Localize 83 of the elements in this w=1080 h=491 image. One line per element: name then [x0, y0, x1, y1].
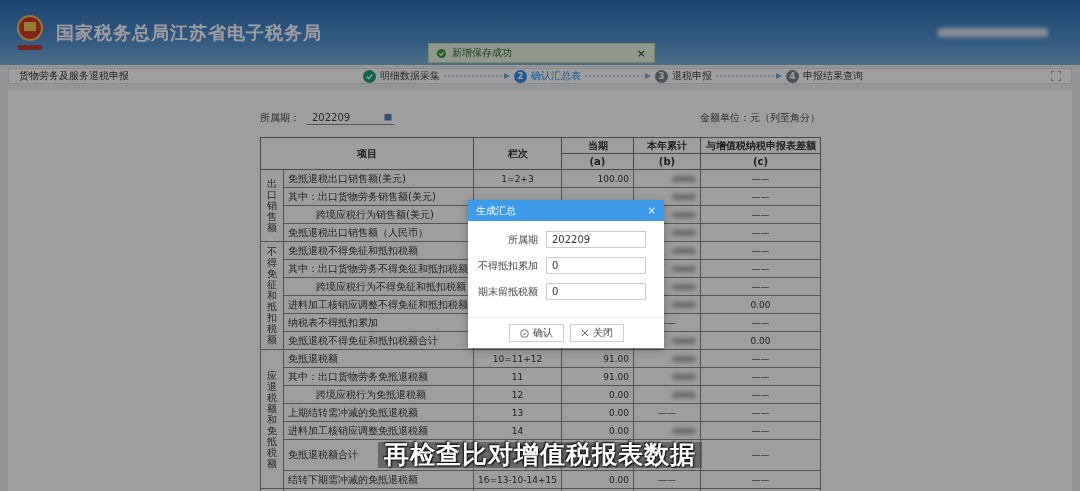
step-label[interactable]: 退税申报	[672, 69, 712, 83]
table-cell: 0.00	[561, 470, 634, 489]
step-number: 4	[786, 69, 799, 83]
table-cell: ——	[633, 470, 701, 489]
field-label: 期末留抵税额	[477, 284, 538, 299]
item-cell: 进料加工核销应调整免抵退税额	[283, 421, 474, 440]
table-cell: 91.00	[561, 349, 634, 368]
column-header: 本年累计	[633, 137, 701, 154]
item-cell: 上期结转需冲减的免抵退税额	[283, 403, 474, 422]
close-icon	[580, 329, 589, 337]
table-cell: ——	[700, 205, 821, 224]
column-header: 与增值税纳税申报表差额	[700, 137, 821, 154]
group-label: 不得免征和抵扣税额	[260, 241, 284, 350]
close-button[interactable]: ×	[647, 205, 656, 216]
table-cell: ——	[700, 223, 821, 242]
step-number: 2	[514, 69, 527, 83]
table-cell: ——	[700, 349, 821, 368]
table-cell: 0.00	[561, 403, 634, 422]
item-cell: 结转下期需冲减的免抵退税额	[283, 470, 474, 489]
page-title: 货物劳务及服务退税申报	[19, 69, 130, 83]
table-cell: 12	[473, 385, 562, 404]
dashed-arrow-icon	[716, 73, 782, 79]
column-subheader: (b)	[633, 153, 701, 170]
table-cell: ——	[700, 403, 821, 422]
close-button[interactable]: ×	[636, 46, 646, 60]
column-header: 栏次	[473, 137, 562, 170]
close-button[interactable]: 关闭	[569, 324, 624, 342]
item-cell: 免抵退税额	[283, 349, 474, 368]
table-cell: ——	[700, 187, 821, 206]
table-cell: 0.00	[561, 421, 634, 440]
table-cell: ——	[700, 313, 821, 332]
toast-message: 新增保存成功	[452, 46, 512, 60]
field-label: 所属期	[507, 232, 538, 247]
table-cell: ——	[633, 403, 701, 422]
fullscreen-icon[interactable]	[1051, 71, 1061, 81]
unit-note: 金额单位：元（列至角分）	[700, 111, 820, 125]
table-cell: 0.00	[700, 295, 821, 314]
step-label[interactable]: 申报结果查询	[803, 69, 863, 83]
table-cell: 91.00	[561, 367, 634, 386]
table-cell: 13	[473, 403, 562, 422]
confirm-button[interactable]: 确认	[508, 324, 564, 342]
dashed-arrow-icon	[585, 73, 651, 79]
step-label[interactable]: 确认汇总表	[531, 69, 581, 83]
period-label: 所属期：	[260, 111, 300, 125]
group-label: 出口销售额	[260, 169, 284, 242]
table-cell: 16=13-10-14+15	[473, 470, 562, 489]
field-label: 不得抵扣累加	[477, 258, 538, 273]
calendar-icon	[384, 113, 392, 121]
input-field[interactable]: 202209	[546, 231, 646, 248]
table-cell: ——	[700, 259, 821, 278]
check-circle-icon	[519, 328, 529, 338]
item-cell: 跨境应税行为免抵退税额	[283, 385, 474, 404]
table-cell: 0.00	[700, 331, 821, 350]
video-subtitle: 再检查比对增值税报表数据	[378, 442, 702, 468]
step-number: 3	[655, 69, 668, 83]
table-cell: 10=11+12	[473, 349, 562, 368]
table-cell: ——	[700, 421, 821, 440]
period-field[interactable]: 202209	[306, 111, 394, 125]
table-cell: 0.00	[561, 385, 634, 404]
dialog-title: 生成汇总	[476, 203, 516, 218]
step-label[interactable]: 明细数据采集	[380, 69, 440, 83]
dashed-arrow-icon	[444, 73, 510, 79]
table-cell: ——	[700, 439, 821, 471]
table-cell: ——	[700, 277, 821, 296]
table-cell: 100.00	[561, 169, 634, 188]
table-cell: ——	[700, 241, 821, 260]
group-label: 应退税额和免抵税额	[260, 349, 284, 489]
item-cell: 其中：出口货物劳务免抵退税额	[283, 367, 474, 386]
table-cell: ——	[700, 169, 821, 188]
table-cell: 1=2+3	[473, 169, 562, 188]
table-cell: ——	[700, 470, 821, 489]
site-title: 国家税务总局江苏省电子税务局	[56, 20, 322, 45]
input-field[interactable]: 0	[546, 257, 646, 274]
column-header: 当期	[561, 137, 634, 154]
table-cell: ——	[700, 385, 821, 404]
table-cell: ——	[700, 367, 821, 386]
column-subheader: (a)	[561, 153, 634, 170]
table-cell: 11	[473, 367, 562, 386]
input-field[interactable]: 0	[546, 283, 646, 300]
check-icon	[437, 48, 446, 58]
item-cell: 免抵退税出口销售额(美元)	[283, 169, 474, 188]
column-subheader: (c)	[700, 153, 821, 170]
column-header: 项目	[260, 137, 474, 170]
